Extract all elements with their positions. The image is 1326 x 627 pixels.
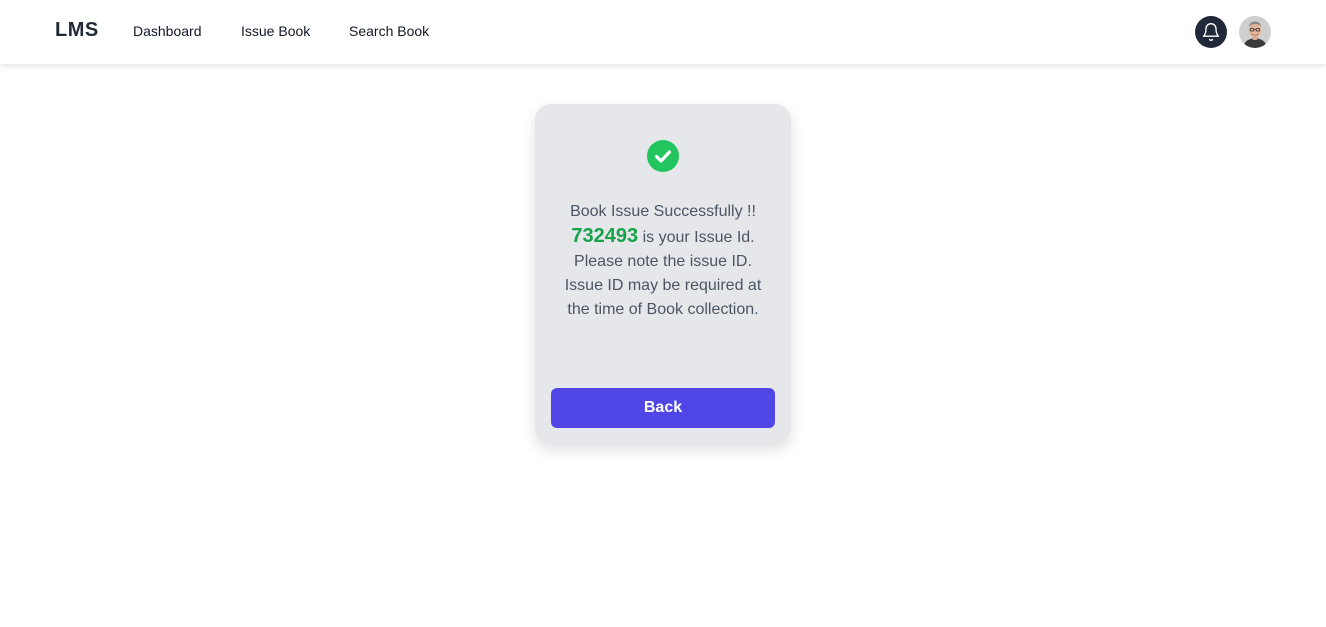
top-navbar: LMS Dashboard Issue Book Search Book bbox=[0, 0, 1326, 64]
nav-link-issue-book[interactable]: Issue Book bbox=[241, 23, 310, 39]
message-prefix: Book Issue Successfully !! bbox=[570, 203, 756, 220]
issue-id-value: 732493 bbox=[571, 225, 639, 247]
back-button[interactable]: Back bbox=[551, 388, 775, 428]
bell-icon bbox=[1202, 23, 1220, 41]
success-message: Book Issue Successfully !! 732493 is you… bbox=[559, 200, 767, 322]
user-avatar-icon bbox=[1239, 16, 1271, 48]
check-circle-icon bbox=[647, 140, 679, 172]
nav-link-dashboard[interactable]: Dashboard bbox=[133, 23, 202, 39]
user-avatar[interactable] bbox=[1239, 16, 1271, 48]
brand-logo[interactable]: LMS bbox=[55, 19, 99, 42]
nav-link-search-book[interactable]: Search Book bbox=[349, 23, 429, 39]
notification-button[interactable] bbox=[1195, 16, 1227, 48]
issue-result-card: Book Issue Successfully !! 732493 is you… bbox=[535, 104, 791, 444]
